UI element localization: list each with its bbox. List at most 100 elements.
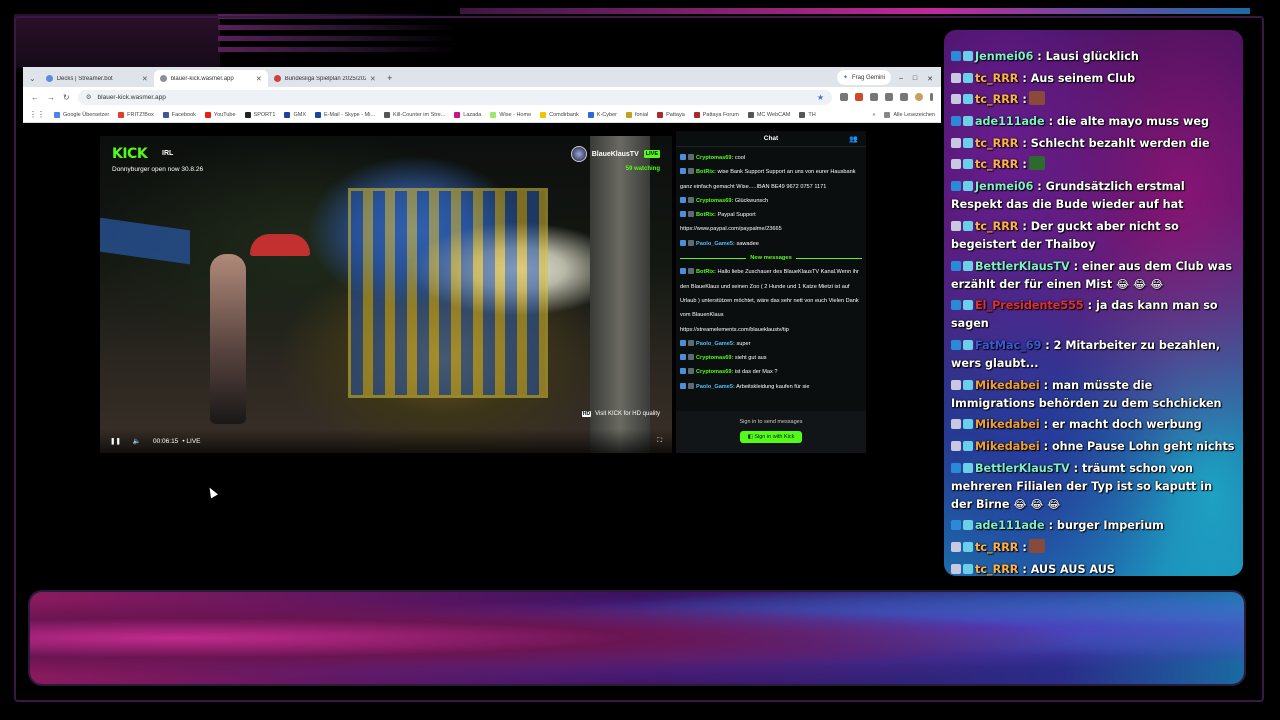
chat-footer: Sign in to send messages ◧ Sign in with … (676, 411, 866, 453)
new-tab-button[interactable]: + (382, 70, 398, 87)
extension-icon[interactable] (855, 93, 863, 101)
bookmark-item[interactable]: Facebook (162, 111, 196, 118)
badge-icon (951, 419, 961, 430)
menu-icon[interactable] (930, 93, 933, 101)
chat-username[interactable]: Cryptomas69: (696, 355, 733, 361)
overlay-username: El_Presidente555 (975, 299, 1084, 313)
apps-icon[interactable]: ⋮⋮ (29, 110, 45, 119)
chat-link-anchor[interactable]: https://www.paypal.com/paypalme/23665 (680, 226, 782, 232)
bookmark-item[interactable]: Comdirbank (540, 111, 579, 118)
chat-message: Paolo_Game5: Arbeitskleidung kaufen für … (680, 380, 862, 394)
bookmarks-more-button[interactable]: » (872, 112, 875, 118)
volume-icon[interactable]: 🔈 (133, 437, 141, 445)
bookmark-item[interactable]: E-Mail - Skype - Mi... (314, 111, 375, 118)
overlay-message: tc_RRR : (951, 91, 1237, 109)
bookmark-item[interactable]: Google Übersetzer (54, 111, 109, 118)
badge-icon (680, 211, 686, 218)
overlay-username: ade111ade (975, 115, 1045, 129)
overlay-message: tc_RRR : Schlecht bezahlt werden die (951, 135, 1237, 153)
overlay-username: Mikedabei (975, 439, 1040, 453)
signin-button[interactable]: ◧ Sign in with Kick (739, 431, 803, 443)
chat-username[interactable]: Cryptomas69: (696, 155, 733, 161)
badge-icon (963, 300, 973, 311)
bookmark-item[interactable]: fonial (625, 111, 648, 118)
bookmark-item[interactable]: GMX (284, 111, 306, 118)
video-player[interactable]: KICK IRL Donnyburger open now 30.8.26 Bl… (100, 136, 672, 453)
gemini-button[interactable]: ✦ Frag Gemini (836, 70, 891, 85)
badge-icon (963, 260, 973, 271)
tab-bundesliga[interactable]: Bundesliga Spielplan 2025/2026 ✕ (268, 70, 382, 87)
tab-streamerbot[interactable]: Decks | Streamer.bot ✕ (40, 70, 154, 87)
badge-icon (680, 382, 686, 389)
tab-bar: ⌄ Decks | Streamer.bot ✕ blauer-kick.was… (23, 67, 941, 87)
bookmark-item[interactable]: MC WebCAM (747, 111, 790, 118)
chat-username[interactable]: Paolo_Game5: (696, 341, 735, 347)
close-icon[interactable]: ✕ (370, 75, 376, 83)
badge-icon (688, 268, 694, 275)
chat-username[interactable]: Cryptomas69: (696, 198, 733, 204)
chat-message: Cryptomas69: ist das der Max ? (680, 365, 862, 379)
bookmark-item[interactable]: SPORT1 (244, 111, 275, 118)
chat-username[interactable]: BotRix: (696, 169, 716, 175)
back-icon[interactable]: ← (31, 93, 39, 102)
bookmark-item[interactable]: TH (799, 111, 816, 118)
profile-avatar[interactable] (915, 93, 923, 101)
bookmark-item[interactable]: Lazada (454, 111, 481, 118)
bookmark-item[interactable]: Pattaya Forum (693, 111, 739, 118)
badge-icon (688, 154, 694, 160)
badge-icon (688, 211, 694, 218)
overlay-message: ade111ade : die alte mayo muss weg (951, 113, 1237, 131)
reload-icon[interactable]: ↻ (63, 93, 70, 102)
chat-username[interactable]: Paolo_Game5: (696, 241, 735, 247)
chat-message: Cryptomas69: cool (680, 151, 862, 165)
badge-icon (688, 368, 694, 375)
all-bookmarks-button[interactable]: Alle Lesezeichen (884, 111, 935, 118)
tab-search-icon[interactable]: ⌄ (27, 74, 40, 87)
bookmark-item[interactable]: YouTube (204, 111, 236, 118)
overlay-text: : (1022, 541, 1027, 554)
tab-blauer-kick[interactable]: blauer-kick.wasmer.app ✕ (153, 70, 268, 87)
site-info-icon[interactable]: ⚙ (86, 93, 92, 101)
badge-icon (951, 462, 961, 473)
bookmark-star-icon[interactable]: ★ (817, 93, 824, 102)
overlay-username: BettlerKlausTV (975, 259, 1070, 273)
bookmark-item[interactable]: Pattaya (657, 111, 685, 118)
overlay-message: tc_RRR : Der guckt aber nicht so begeist… (951, 218, 1237, 254)
chat-link-anchor[interactable]: https://streamelements.com/blaueklaustv/… (680, 327, 789, 333)
extension-icon[interactable] (870, 93, 878, 101)
chat-link[interactable]: https://www.paypal.com/paypalme/23665 (680, 222, 862, 236)
chat-username[interactable]: Paolo_Game5: (696, 384, 735, 390)
overlay-message: FatMac_69 : 2 Mitarbeiter zu bezahlen, w… (951, 337, 1237, 373)
users-icon[interactable]: 👥 (849, 135, 858, 143)
maximize-button[interactable]: □ (913, 75, 917, 82)
hd-notice[interactable]: HD Visit KICK for HD quality (581, 411, 660, 417)
extension-icon[interactable] (840, 93, 848, 101)
chat-username[interactable]: BotRix: (696, 269, 716, 275)
overlay-message: tc_RRR : (951, 156, 1237, 174)
minimize-button[interactable]: – (899, 75, 903, 82)
channel-info[interactable]: BlaueKlausTV LIVE (570, 146, 660, 162)
bookmark-item[interactable]: Kill-Counter im Stre... (384, 111, 445, 118)
bookmark-item[interactable]: FRITZ!Box (118, 111, 154, 118)
video-scene (100, 217, 190, 265)
fullscreen-icon[interactable]: ⛶ (657, 437, 662, 445)
badge-icon (951, 542, 961, 552)
close-window-button[interactable]: ✕ (927, 75, 933, 83)
bookmark-item[interactable]: K-Cyber (587, 111, 617, 118)
overlay-chat: Jenmei06 : Lausi glücklich tc_RRR : Aus s… (944, 30, 1243, 576)
close-icon[interactable]: ✕ (256, 75, 262, 83)
overlay-message: Mikedabei : er macht doch werbung (951, 416, 1237, 434)
chat-link[interactable]: https://streamelements.com/blaueklaustv/… (680, 323, 862, 337)
overlay-text: : (1022, 158, 1027, 172)
close-icon[interactable]: ✕ (142, 75, 148, 83)
forward-icon[interactable]: → (47, 93, 55, 102)
chat-username[interactable]: Cryptomas69: (696, 369, 733, 375)
badge-icon (680, 154, 686, 160)
chat-username[interactable]: BotRix: (696, 212, 716, 218)
address-bar[interactable]: ⚙ blauer-kick.wasmer.app ★ (77, 89, 832, 105)
extensions-puzzle-icon[interactable] (885, 93, 893, 101)
pause-icon[interactable]: ❚❚ (110, 437, 121, 445)
downloads-icon[interactable] (900, 93, 908, 101)
overlay-username: tc_RRR (975, 93, 1019, 107)
bookmark-item[interactable]: Wise - Home (490, 111, 531, 118)
